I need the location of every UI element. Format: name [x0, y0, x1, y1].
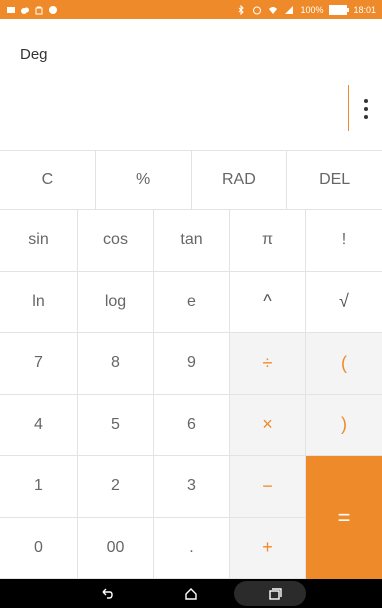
pi-button[interactable]: π [230, 210, 306, 272]
minus-button[interactable]: − [230, 456, 306, 518]
digit-5-button[interactable]: 5 [78, 394, 154, 456]
digit-3-button[interactable]: 3 [154, 456, 230, 518]
ln-button[interactable]: ln [0, 271, 78, 333]
decimal-point-button[interactable]: . [154, 517, 230, 579]
sin-button[interactable]: sin [0, 210, 78, 272]
clock: 18:01 [353, 4, 376, 15]
calculator-display: Deg [0, 19, 382, 150]
battery-percent: 100% [300, 4, 324, 15]
status-bar: 100% 18:01 [0, 0, 382, 19]
menu-dot [364, 99, 368, 103]
bluetooth-icon [236, 4, 246, 15]
digit-8-button[interactable]: 8 [78, 333, 154, 395]
digit-9-button[interactable]: 9 [154, 333, 230, 395]
digit-1-button[interactable]: 1 [0, 456, 78, 518]
cloud-icon [20, 5, 30, 15]
more-vertical-icon[interactable] [358, 97, 374, 121]
open-paren-button[interactable]: ( [306, 333, 382, 395]
sqrt-button[interactable]: √ [306, 271, 382, 333]
navigation-bar [0, 579, 382, 608]
home-icon[interactable] [177, 583, 205, 605]
mail-icon [6, 5, 16, 15]
digit-0-button[interactable]: 0 [0, 517, 78, 579]
delete-button[interactable]: DEL [287, 151, 382, 210]
status-bar-notifications [0, 5, 58, 15]
bag-icon [34, 5, 44, 15]
alarm-icon [252, 5, 262, 15]
e-button[interactable]: e [154, 271, 230, 333]
multiply-button[interactable]: × [230, 394, 306, 456]
key-grid: sin cos tan π ! ln log e ^ √ 7 8 9 ÷ ( 4… [0, 210, 382, 579]
factorial-button[interactable]: ! [306, 210, 382, 272]
plus-button[interactable]: + [230, 517, 306, 579]
face-icon [48, 5, 58, 15]
cos-button[interactable]: cos [78, 210, 154, 272]
status-bar-system: 100% 18:01 [236, 4, 382, 15]
close-paren-button[interactable]: ) [306, 394, 382, 456]
battery-icon [329, 4, 350, 15]
signal-icon [284, 5, 294, 15]
menu-dot [364, 107, 368, 111]
clear-button[interactable]: C [0, 151, 96, 210]
double-zero-button[interactable]: 00 [78, 517, 154, 579]
divide-button[interactable]: ÷ [230, 333, 306, 395]
digit-7-button[interactable]: 7 [0, 333, 78, 395]
recents-icon[interactable] [261, 583, 289, 605]
log-button[interactable]: log [78, 271, 154, 333]
menu-dot [364, 115, 368, 119]
text-cursor [348, 85, 349, 131]
wifi-icon [268, 5, 278, 15]
angle-mode-label: Deg [20, 46, 48, 63]
back-icon[interactable] [93, 583, 121, 605]
keypad: C % RAD DEL sin cos tan π ! ln log e ^ √… [0, 150, 382, 579]
power-button[interactable]: ^ [230, 271, 306, 333]
equals-button[interactable]: = [306, 456, 382, 579]
digit-6-button[interactable]: 6 [154, 394, 230, 456]
tan-button[interactable]: tan [154, 210, 230, 272]
function-row: C % RAD DEL [0, 150, 382, 210]
digit-2-button[interactable]: 2 [78, 456, 154, 518]
digit-4-button[interactable]: 4 [0, 394, 78, 456]
percent-button[interactable]: % [95, 151, 192, 210]
rad-button[interactable]: RAD [191, 151, 288, 210]
